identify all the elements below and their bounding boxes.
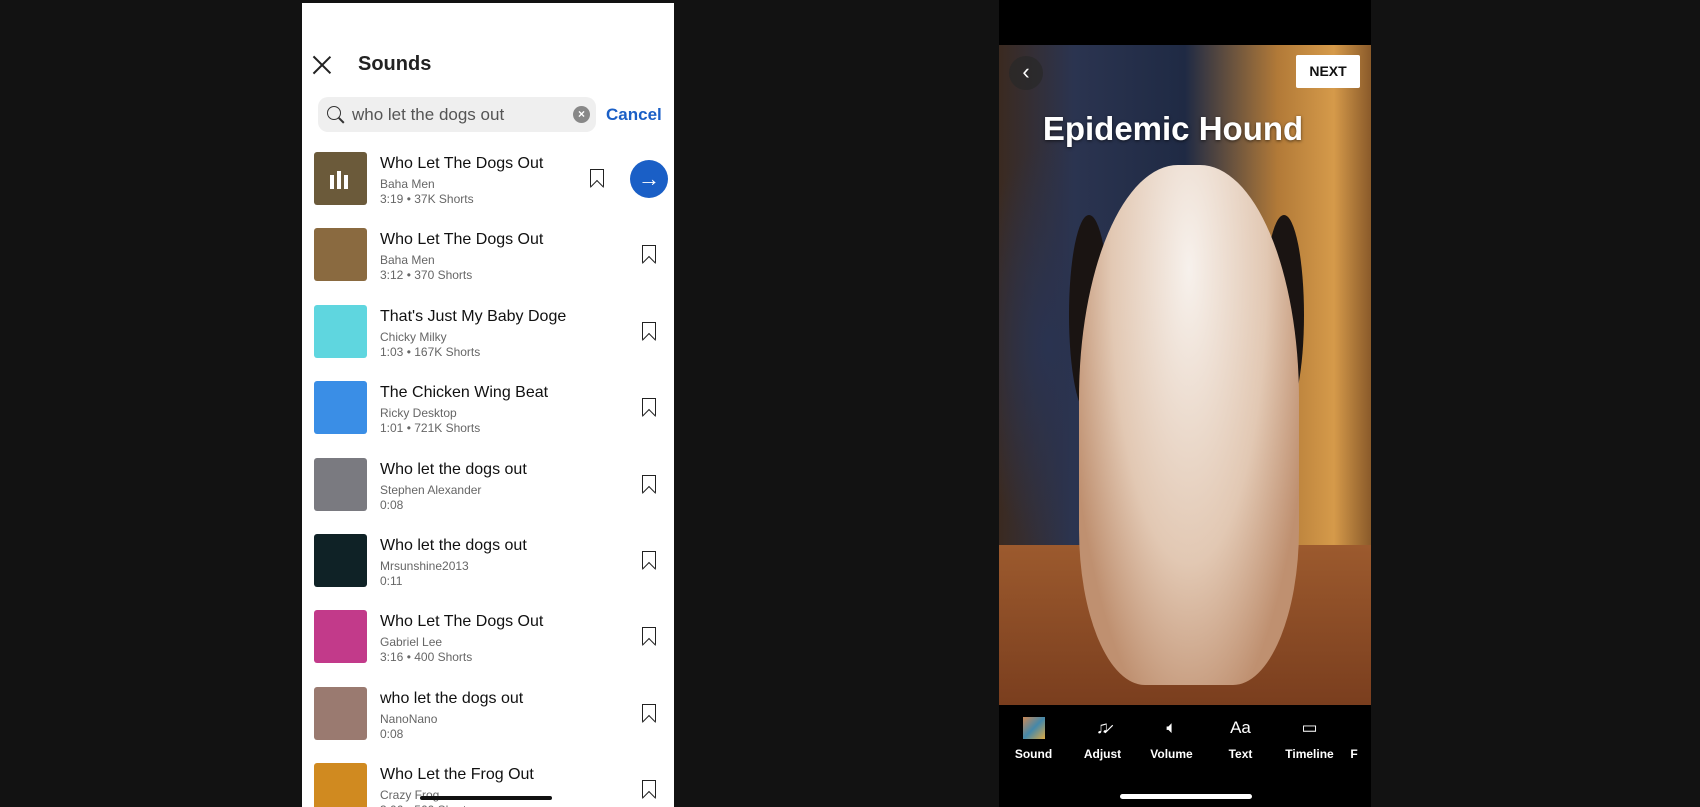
tool-text[interactable]: Aa Text bbox=[1206, 715, 1275, 761]
editor-panel: ‹ NEXT Epidemic Hound Sound ♫̷ Adjust 🔈︎ Vol… bbox=[999, 0, 1371, 807]
tool-label: Text bbox=[1228, 747, 1253, 761]
dog-image bbox=[1079, 165, 1299, 685]
sound-title: Who Let the Frog Out bbox=[380, 766, 534, 784]
search-icon bbox=[326, 105, 346, 125]
sound-meta: 0:08 bbox=[380, 497, 404, 512]
sound-result[interactable]: who let the dogs out NanoNano 0:08 bbox=[314, 686, 664, 757]
sound-meta: 3:19 • 37K Shorts bbox=[380, 192, 474, 206]
sound-thumbnail bbox=[314, 534, 367, 587]
sound-title: The Chicken Wing Beat bbox=[380, 384, 549, 402]
sound-result[interactable]: Who let the dogs out Stephen Alexander 0… bbox=[314, 457, 664, 528]
sound-thumbnail bbox=[314, 457, 367, 511]
sound-thumbnail bbox=[314, 381, 367, 435]
sound-title: That's Just My Baby Doge bbox=[380, 307, 567, 325]
sound-result[interactable]: The Chicken Wing Beat Ricky Desktop 1:01… bbox=[314, 381, 664, 451]
sound-thumbnail bbox=[314, 152, 367, 205]
sound-thumb-icon bbox=[999, 715, 1068, 741]
clear-search-icon[interactable]: × bbox=[573, 106, 590, 123]
search-value: who let the dogs out bbox=[352, 104, 505, 124]
sound-artist: Stephen Alexander bbox=[380, 482, 482, 497]
sound-meta: 3:16 • 400 Shorts bbox=[380, 650, 473, 665]
tool-label: Volume bbox=[1150, 747, 1193, 761]
sounds-panel: Sounds who let the dogs out × Cancel Who… bbox=[302, 3, 674, 807]
sound-meta: 1:03 • 167K Shorts bbox=[380, 344, 481, 359]
sound-thumbnail bbox=[314, 686, 367, 740]
sound-thumbnail bbox=[314, 228, 367, 282]
tool-label: Adjust bbox=[1083, 747, 1122, 761]
tool-sound[interactable]: Sound bbox=[999, 715, 1068, 761]
Aa-icon: Aa bbox=[1230, 718, 1251, 737]
next-button[interactable]: NEXT bbox=[1296, 55, 1360, 88]
home-indicator bbox=[1120, 794, 1252, 799]
sound-meta: 3:06 • 560 Shorts bbox=[380, 803, 472, 807]
close-icon[interactable] bbox=[312, 55, 332, 75]
bookmark-icon[interactable] bbox=[642, 245, 656, 264]
home-indicator bbox=[420, 796, 552, 800]
sound-title: Who let the dogs out bbox=[380, 460, 527, 478]
cancel-button[interactable]: Cancel bbox=[606, 105, 662, 125]
bookmark-icon[interactable] bbox=[642, 321, 656, 340]
sound-meta: 3:12 • 370 Shorts bbox=[380, 268, 473, 283]
bookmark-icon[interactable] bbox=[642, 551, 656, 569]
sound-artist: Chicky Milky bbox=[380, 329, 447, 344]
sound-artist: Ricky Desktop bbox=[380, 406, 457, 421]
sound-title: Who Let The Dogs Out bbox=[380, 231, 544, 249]
sound-thumbnail bbox=[314, 763, 367, 807]
search-input[interactable]: who let the dogs out × bbox=[318, 97, 596, 132]
bookmark-icon[interactable] bbox=[642, 780, 656, 799]
sound-title: who let the dogs out bbox=[380, 689, 524, 707]
sound-thumbnail bbox=[314, 610, 367, 664]
back-button[interactable]: ‹ bbox=[1009, 56, 1043, 90]
sound-thumbnail bbox=[314, 304, 367, 358]
sound-meta: 0:11 bbox=[380, 574, 403, 588]
playing-icon bbox=[330, 171, 348, 189]
sound-artist: Gabriel Lee bbox=[380, 635, 443, 650]
sound-meta: 1:01 • 721K Shorts bbox=[380, 421, 481, 436]
tool-f[interactable]: F bbox=[1344, 715, 1364, 761]
page-title: Sounds bbox=[358, 53, 432, 75]
sound-artist: Baha Men bbox=[380, 253, 435, 268]
tool-timeline[interactable]: ▭ Timeline bbox=[1275, 715, 1344, 761]
bookmark-icon[interactable] bbox=[642, 703, 656, 722]
tool-label: Timeline bbox=[1285, 747, 1334, 761]
sound-title: Who Let The Dogs Out bbox=[380, 155, 544, 172]
sound-artist: Baha Men bbox=[380, 177, 435, 191]
sound-result[interactable]: Who Let The Dogs Out Gabriel Lee 3:16 • … bbox=[314, 610, 664, 680]
sound-result[interactable]: Who Let the Frog Out Crazy Frog 3:06 • 5… bbox=[314, 763, 664, 807]
sound-title: Who Let The Dogs Out bbox=[380, 613, 544, 631]
tool-volume[interactable]: 🔈︎ Volume bbox=[1137, 715, 1206, 761]
sound-meta: 0:08 bbox=[380, 726, 404, 741]
overlay-title: Epidemic Hound bbox=[1042, 110, 1304, 147]
bookmark-icon[interactable] bbox=[642, 627, 656, 646]
sound-result[interactable]: Who let the dogs out Mrsunshine2013 0:11 bbox=[314, 534, 664, 604]
sound-result[interactable]: Who Let The Dogs Out Baha Men 3:12 • 370… bbox=[314, 228, 664, 298]
partial-icon bbox=[1344, 715, 1364, 741]
bookmark-icon[interactable] bbox=[642, 474, 656, 493]
sound-title: Who let the dogs out bbox=[380, 537, 527, 554]
tool-label: F bbox=[1350, 747, 1358, 761]
tool-label: Sound bbox=[1014, 747, 1053, 761]
speaker-icon: 🔈︎ bbox=[1166, 718, 1177, 737]
use-sound-button[interactable]: → bbox=[630, 160, 668, 198]
timeline-icon: ▭ bbox=[1301, 718, 1318, 737]
music-note-scissors-icon: ♫̷ bbox=[1096, 718, 1109, 737]
sound-result[interactable]: Who Let The Dogs Out Baha Men 3:19 • 37K… bbox=[314, 152, 668, 222]
sound-result[interactable]: That's Just My Baby Doge Chicky Milky 1:… bbox=[314, 304, 664, 375]
tool-adjust[interactable]: ♫̷ Adjust bbox=[1068, 715, 1137, 761]
bookmark-icon[interactable] bbox=[590, 169, 604, 187]
sound-artist: NanoNano bbox=[380, 711, 438, 726]
sound-artist: Mrsunshine2013 bbox=[380, 559, 469, 573]
bookmark-icon[interactable] bbox=[642, 398, 656, 417]
